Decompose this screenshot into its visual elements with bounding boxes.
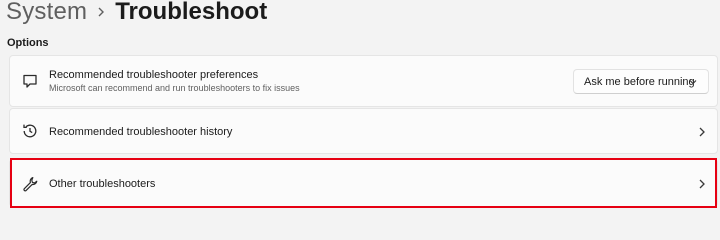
chevron-down-icon	[688, 77, 698, 87]
row-subtitle: Microsoft can recommend and run troubles…	[49, 83, 300, 93]
row-title: Other troubleshooters	[49, 178, 156, 190]
breadcrumb-system-link[interactable]: System	[6, 0, 87, 26]
breadcrumb-separator-icon	[87, 2, 115, 22]
history-icon	[20, 121, 40, 141]
troubleshooter-history-row[interactable]: Recommended troubleshooter history	[9, 108, 718, 154]
chat-bubble-icon	[20, 71, 40, 91]
page-title: Troubleshoot	[115, 0, 268, 25]
breadcrumb: System Troubleshoot	[6, 0, 267, 30]
chevron-right-icon	[695, 125, 709, 139]
troubleshooter-preferences-row: Recommended troubleshooter preferences M…	[9, 55, 718, 107]
chevron-right-icon	[695, 177, 709, 191]
row-title: Recommended troubleshooter history	[49, 126, 233, 138]
other-troubleshooters-row[interactable]: Other troubleshooters	[9, 159, 718, 207]
dropdown-selected-value: Ask me before running	[584, 75, 695, 88]
troubleshooter-preference-dropdown[interactable]: Ask me before running	[573, 69, 709, 94]
row-title: Recommended troubleshooter preferences	[49, 69, 259, 81]
section-label-options: Options	[7, 37, 49, 49]
wrench-icon	[20, 174, 40, 194]
